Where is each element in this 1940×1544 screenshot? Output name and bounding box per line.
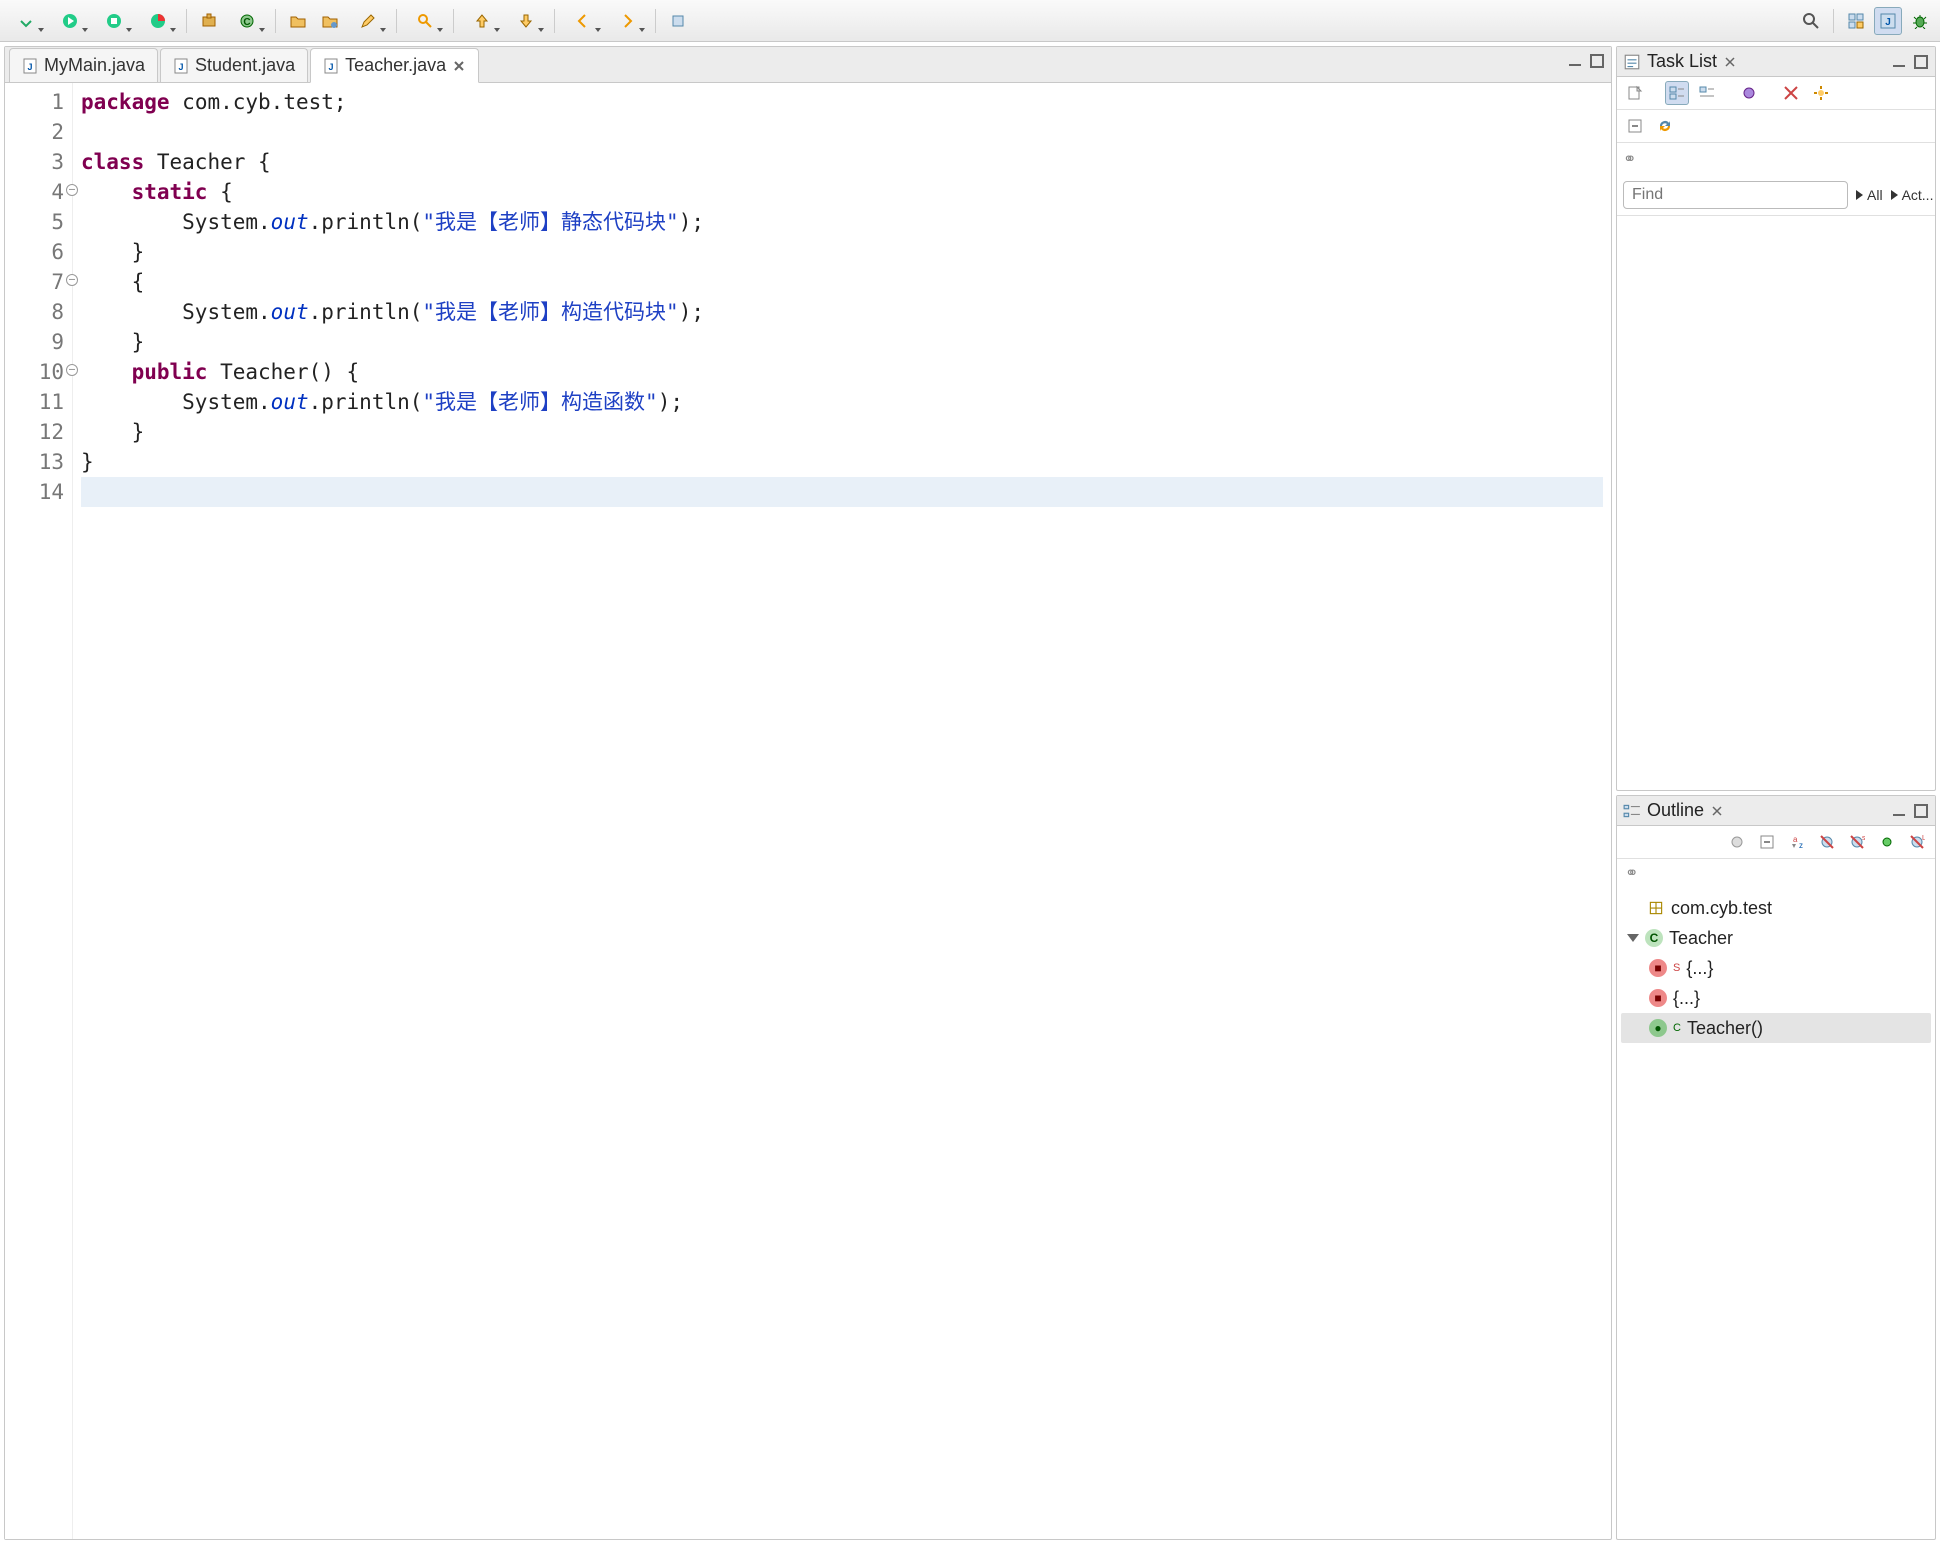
hide-completed-button[interactable] (1779, 81, 1803, 105)
collapse-all-button[interactable] (1755, 830, 1779, 854)
outline-view: Outline az s L ⚭ com.cyb.test (1616, 795, 1936, 1540)
new-class-button[interactable]: C (227, 7, 267, 35)
outline-tree: com.cyb.test C Teacher ■S {...} ■ {...} … (1617, 887, 1935, 1049)
svg-text:J: J (1885, 17, 1891, 28)
synchronize-button[interactable] (1809, 81, 1833, 105)
svg-text:L: L (1922, 835, 1925, 842)
tab-label: MyMain.java (44, 55, 145, 76)
new-task-button[interactable] (1623, 81, 1647, 105)
twisty-icon[interactable] (1627, 934, 1639, 942)
java-perspective-button[interactable]: J (1874, 7, 1902, 35)
sort-button[interactable]: az (1785, 830, 1809, 854)
maximize-icon[interactable] (1589, 53, 1605, 69)
fold-toggle-icon[interactable]: – (66, 184, 78, 196)
svg-text:a: a (1793, 835, 1798, 844)
task-list-view: Task List ⚭ (1616, 46, 1936, 791)
tab-label: Student.java (195, 55, 295, 76)
categorized-button[interactable] (1665, 81, 1689, 105)
search-tool-button[interactable] (405, 7, 445, 35)
panel-title: Outline (1647, 800, 1704, 821)
svg-text:J: J (27, 62, 32, 72)
forward-button[interactable] (607, 7, 647, 35)
refresh-button[interactable] (1653, 114, 1677, 138)
debug-perspective-button[interactable] (1906, 7, 1934, 35)
constructor-icon: ● (1649, 1019, 1667, 1037)
close-icon[interactable] (1723, 55, 1737, 69)
connector-icon: ⚭ (1625, 865, 1638, 882)
close-icon[interactable] (1710, 804, 1724, 818)
scheduled-button[interactable] (1695, 81, 1719, 105)
hide-nonpublic-button[interactable] (1875, 830, 1899, 854)
collapse-all-button[interactable] (1623, 114, 1647, 138)
editor-tab-bar: J MyMain.java J Student.java J Teacher.j… (5, 47, 1611, 83)
code-editor[interactable]: 1234–567–8910–11121314 package com.cyb.t… (5, 83, 1611, 1539)
java-file-icon: J (22, 58, 38, 74)
connector-icon: ⚭ (1623, 151, 1636, 168)
tab-label: Teacher.java (345, 55, 446, 76)
run-external-button[interactable] (94, 7, 134, 35)
code-content[interactable]: package com.cyb.test; class Teacher { st… (73, 83, 1611, 1539)
close-icon[interactable] (452, 59, 466, 73)
fold-toggle-icon[interactable]: – (66, 364, 78, 376)
tab-teacher[interactable]: J Teacher.java (310, 48, 479, 83)
focus-active-button[interactable] (1725, 830, 1749, 854)
line-number-gutter: 1234–567–8910–11121314 (5, 83, 73, 1539)
nav-next-button[interactable] (506, 7, 546, 35)
outline-static-block[interactable]: ■S {...} (1621, 953, 1931, 983)
find-input[interactable] (1623, 181, 1848, 209)
focus-button[interactable] (1737, 81, 1761, 105)
hide-fields-button[interactable] (1815, 830, 1839, 854)
java-file-icon: J (323, 58, 339, 74)
outline-init-block[interactable]: ■ {...} (1621, 983, 1931, 1013)
outline-constructor[interactable]: ●C Teacher() (1621, 1013, 1931, 1043)
maximize-icon[interactable] (1913, 803, 1929, 819)
open-perspective-button[interactable] (1842, 7, 1870, 35)
nav-up-button[interactable] (462, 7, 502, 35)
maximize-icon[interactable] (1913, 54, 1929, 70)
task-list-icon (1623, 53, 1641, 71)
java-file-icon: J (173, 58, 189, 74)
coverage-button[interactable] (138, 7, 178, 35)
outline-package[interactable]: com.cyb.test (1621, 893, 1931, 923)
panel-title: Task List (1647, 51, 1717, 72)
svg-text:z: z (1799, 841, 1803, 850)
svg-text:C: C (243, 17, 250, 28)
filter-all-link[interactable]: All (1856, 187, 1883, 203)
class-icon: C (1645, 929, 1663, 947)
hide-static-button[interactable]: s (1845, 830, 1869, 854)
editor-area: J MyMain.java J Student.java J Teacher.j… (4, 46, 1612, 1540)
back-button[interactable] (563, 7, 603, 35)
filter-activate-link[interactable]: Act... (1891, 187, 1934, 203)
arrow-dropdown-icon[interactable] (6, 7, 46, 35)
main-toolbar: C J (0, 0, 1940, 42)
pin-button[interactable] (664, 7, 692, 35)
edit-button[interactable] (348, 7, 388, 35)
init-block-icon: ■ (1649, 989, 1667, 1007)
fold-toggle-icon[interactable]: – (66, 274, 78, 286)
minimize-icon[interactable] (1567, 53, 1583, 69)
tab-mymain[interactable]: J MyMain.java (9, 48, 158, 82)
hide-local-button[interactable]: L (1905, 830, 1929, 854)
outline-class[interactable]: C Teacher (1621, 923, 1931, 953)
outline-icon (1623, 802, 1641, 820)
minimize-icon[interactable] (1891, 54, 1907, 70)
svg-text:s: s (1862, 835, 1865, 842)
svg-text:J: J (179, 62, 184, 72)
minimize-icon[interactable] (1891, 803, 1907, 819)
search-icon[interactable] (1797, 7, 1825, 35)
open-type-button[interactable] (316, 7, 344, 35)
tab-student[interactable]: J Student.java (160, 48, 308, 82)
open-folder-button[interactable] (284, 7, 312, 35)
new-package-button[interactable] (195, 7, 223, 35)
static-block-icon: ■ (1649, 959, 1667, 977)
package-icon (1647, 899, 1665, 917)
svg-text:J: J (329, 62, 334, 72)
run-button[interactable] (50, 7, 90, 35)
